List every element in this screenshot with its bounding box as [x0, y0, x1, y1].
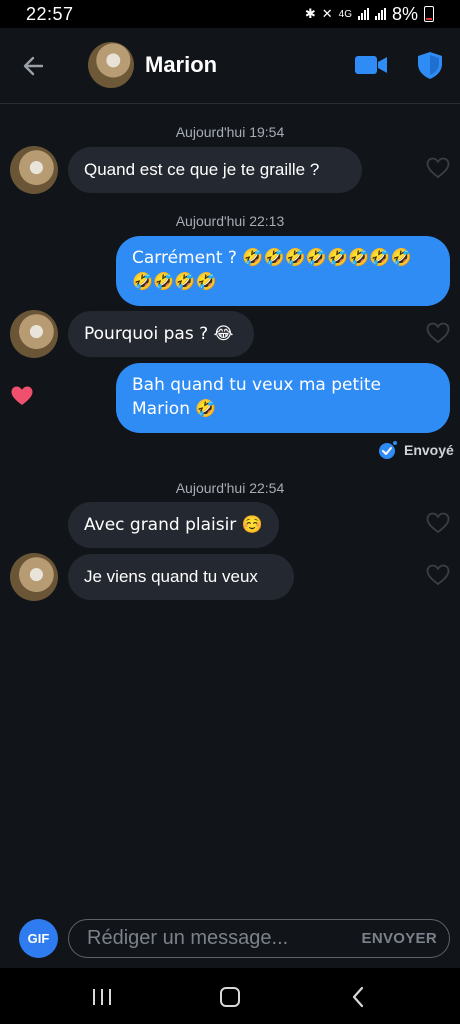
sender-avatar[interactable]: [10, 553, 58, 601]
incoming-message[interactable]: Quand est ce que je te graille ?: [68, 147, 362, 193]
message-text-line: Marion 🤣: [132, 399, 217, 419]
incoming-message[interactable]: Je viens quand tu veux: [68, 554, 294, 600]
nav-back-icon[interactable]: [350, 986, 366, 1008]
sent-check-icon: [379, 441, 397, 459]
message-text-line: Bah quand tu veux ma petite: [132, 375, 381, 395]
status-time: 22:57: [26, 3, 74, 24]
timestamp: Aujourd'hui 19:54: [175, 124, 285, 140]
message-text-line: Carrément ? 🤣🤣🤣🤣🤣🤣🤣🤣: [132, 248, 412, 268]
recent-apps-icon[interactable]: [91, 988, 113, 1006]
sent-status: Envoyé: [378, 440, 454, 460]
outgoing-message[interactable]: Bah quand tu veux ma petite Marion 🤣: [116, 363, 450, 433]
signal-icon: [357, 8, 369, 20]
message-text: Quand est ce que je te graille ?: [84, 160, 320, 179]
message-input[interactable]: Rédiger un message... ENVOYER: [68, 919, 450, 958]
heart-outline-icon[interactable]: [426, 512, 450, 534]
status-icons: ✱ ✕ 4G 8%: [305, 4, 434, 25]
message-placeholder[interactable]: Rédiger un message...: [87, 927, 288, 950]
heart-outline-icon[interactable]: [426, 157, 450, 179]
system-nav-bar: [0, 968, 460, 1024]
send-button[interactable]: ENVOYER: [362, 930, 437, 947]
message-text-line: 🤣🤣🤣🤣: [132, 272, 217, 292]
sent-label: Envoyé: [404, 442, 454, 458]
message-text: Je viens quand tu veux: [84, 567, 258, 586]
bluetooth-icon: ✱: [304, 6, 316, 21]
chat-header: Marion: [0, 28, 460, 104]
sender-avatar[interactable]: [10, 146, 58, 194]
status-bar: 22:57 ✱ ✕ 4G 8%: [0, 0, 460, 28]
battery-icon: [424, 6, 434, 22]
back-arrow-icon[interactable]: [20, 52, 48, 80]
sender-avatar[interactable]: [10, 310, 58, 358]
message-text: Avec grand plaisir ☺️: [84, 515, 263, 535]
incoming-message[interactable]: Avec grand plaisir ☺️: [68, 502, 279, 548]
timestamp: Aujourd'hui 22:13: [175, 213, 285, 229]
incoming-message[interactable]: Pourquoi pas ? 😂: [68, 311, 254, 357]
battery-percent: 8%: [391, 3, 418, 24]
heart-outline-icon[interactable]: [426, 322, 450, 344]
contact-name[interactable]: Marion: [145, 52, 217, 78]
signal-icon-2: [374, 8, 386, 20]
outgoing-message[interactable]: Carrément ? 🤣🤣🤣🤣🤣🤣🤣🤣 🤣🤣🤣🤣: [116, 236, 450, 306]
timestamp: Aujourd'hui 22:54: [175, 480, 285, 496]
gif-button[interactable]: GIF: [19, 919, 58, 958]
contact-avatar[interactable]: [88, 42, 134, 88]
network-type: 4G: [338, 8, 352, 20]
message-text: Pourquoi pas ? 😂: [84, 324, 234, 344]
shield-icon[interactable]: [416, 50, 444, 80]
video-camera-icon[interactable]: [354, 52, 388, 78]
heart-outline-icon[interactable]: [426, 564, 450, 586]
home-icon[interactable]: [220, 987, 240, 1007]
mute-icon: ✕: [321, 6, 333, 21]
heart-filled-icon[interactable]: [10, 385, 34, 407]
